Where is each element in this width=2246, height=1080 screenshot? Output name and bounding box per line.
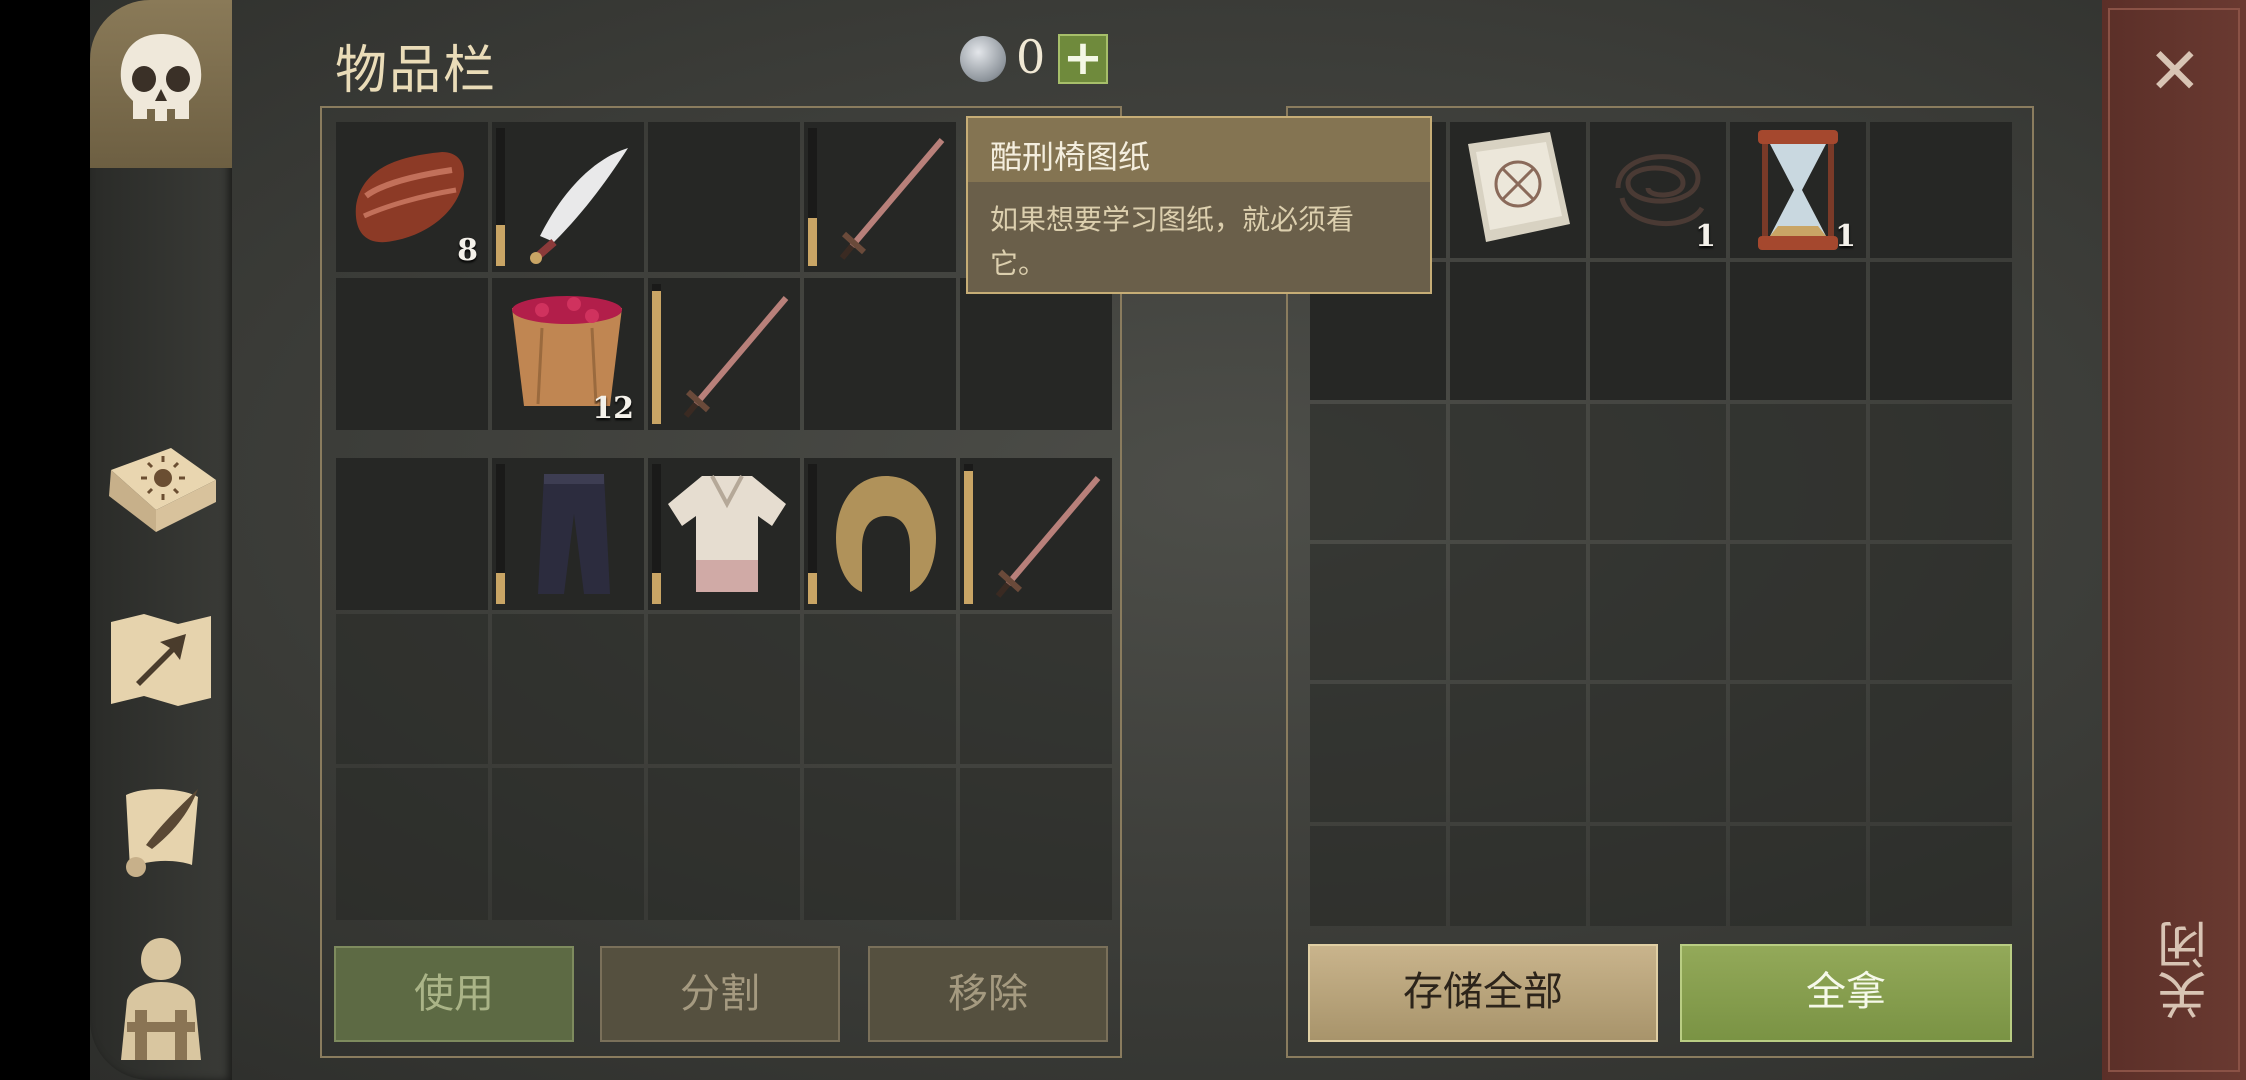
locked-slot bbox=[1870, 826, 2012, 926]
locked-slot bbox=[1870, 684, 2012, 822]
sword-icon bbox=[839, 138, 945, 260]
silver-coin-icon bbox=[960, 36, 1006, 82]
locked-slot bbox=[1310, 826, 1446, 926]
scimitar-icon bbox=[530, 148, 628, 264]
locked-slot bbox=[804, 614, 956, 764]
durability-fill bbox=[496, 573, 505, 604]
inventory-slot[interactable] bbox=[648, 122, 800, 272]
locked-slot bbox=[1590, 684, 1726, 822]
locked-slot bbox=[960, 614, 1112, 764]
screen-edge bbox=[0, 0, 90, 1080]
inventory-slot[interactable] bbox=[804, 122, 956, 272]
inventory-slot[interactable]: 12 bbox=[492, 278, 644, 430]
container-slot[interactable]: 1 bbox=[1590, 122, 1726, 258]
locked-slot bbox=[492, 768, 644, 920]
sword-icon bbox=[683, 296, 789, 418]
durability-fill bbox=[964, 471, 973, 604]
map-arrow-icon[interactable] bbox=[100, 600, 222, 720]
locked-slot bbox=[1870, 404, 2012, 540]
durability-fill bbox=[808, 573, 817, 604]
container-slot[interactable] bbox=[1870, 122, 2012, 258]
equipment-slot[interactable] bbox=[960, 458, 1112, 610]
durability-bar bbox=[496, 464, 505, 604]
inventory-slot[interactable] bbox=[804, 278, 956, 430]
durability-bar bbox=[652, 464, 661, 604]
hood-icon bbox=[836, 476, 936, 592]
equipment-slot[interactable] bbox=[492, 458, 644, 610]
shirt-icon bbox=[668, 475, 786, 592]
inventory-slot[interactable]: 8 bbox=[336, 122, 488, 272]
scroll-quill-icon[interactable] bbox=[100, 770, 222, 890]
equipment-slot[interactable] bbox=[336, 458, 488, 610]
durability-fill bbox=[496, 224, 505, 266]
durability-bar bbox=[496, 128, 505, 266]
durability-bar bbox=[808, 464, 817, 604]
locked-slot bbox=[1730, 544, 1866, 680]
locked-slot bbox=[648, 614, 800, 764]
container-slot[interactable] bbox=[1730, 262, 1866, 400]
item-quantity: 12 bbox=[592, 391, 634, 426]
sword-icon bbox=[995, 476, 1101, 598]
container-slot[interactable] bbox=[1450, 262, 1586, 400]
skull-icon[interactable] bbox=[100, 24, 222, 144]
locked-slot bbox=[1450, 684, 1586, 822]
durability-fill bbox=[808, 217, 817, 266]
durability-fill bbox=[652, 291, 661, 424]
sun-book-icon[interactable] bbox=[100, 430, 222, 550]
durability-bar bbox=[652, 284, 661, 424]
equipment-slot[interactable] bbox=[648, 458, 800, 610]
close-label[interactable]: 关闭 bbox=[2150, 920, 2215, 1020]
container-slot[interactable]: 1 bbox=[1730, 122, 1866, 258]
split-button[interactable]: 分割 bbox=[600, 946, 840, 1042]
item-tooltip: 酷刑椅图纸 如果想要学习图纸，就必须看它。 bbox=[966, 116, 1432, 294]
locked-slot bbox=[1590, 544, 1726, 680]
durability-fill bbox=[652, 573, 661, 604]
add-currency-button[interactable]: + bbox=[1058, 34, 1108, 84]
close-panel-border bbox=[2108, 8, 2240, 1072]
remove-button[interactable]: 移除 bbox=[868, 946, 1108, 1042]
locked-slot bbox=[804, 768, 956, 920]
take-all-button[interactable]: 全拿 bbox=[1680, 944, 2012, 1042]
locked-slot bbox=[960, 768, 1112, 920]
durability-bar bbox=[964, 464, 973, 604]
inventory-slot[interactable] bbox=[648, 278, 800, 430]
locked-slot bbox=[1730, 404, 1866, 540]
hourglass-icon bbox=[1758, 130, 1838, 250]
use-button[interactable]: 使用 bbox=[334, 946, 574, 1042]
container-slot[interactable] bbox=[1870, 262, 2012, 400]
equipment-slot[interactable] bbox=[804, 458, 956, 610]
locked-slot bbox=[336, 768, 488, 920]
container-slot[interactable] bbox=[1450, 122, 1586, 258]
item-quantity: 8 bbox=[457, 233, 478, 268]
inventory-slot[interactable] bbox=[492, 122, 644, 272]
store-all-button[interactable]: 存储全部 bbox=[1308, 944, 1658, 1042]
blueprint-scroll-icon bbox=[1468, 132, 1570, 242]
locked-slot bbox=[1590, 404, 1726, 540]
tooltip-description: 如果想要学习图纸，就必须看它。 bbox=[990, 203, 1355, 280]
locked-slot bbox=[336, 614, 488, 764]
durability-bar bbox=[808, 128, 817, 266]
locked-slot bbox=[1310, 684, 1446, 822]
trousers-icon bbox=[538, 474, 610, 594]
locked-slot bbox=[1450, 544, 1586, 680]
item-quantity: 1 bbox=[1835, 219, 1856, 254]
character-outfit-icon[interactable] bbox=[100, 930, 222, 1070]
locked-slot bbox=[1450, 826, 1586, 926]
locked-slot bbox=[492, 614, 644, 764]
locked-slot bbox=[1870, 544, 2012, 680]
page-title: 物品栏 bbox=[335, 41, 498, 101]
locked-slot bbox=[648, 768, 800, 920]
locked-slot bbox=[1450, 404, 1586, 540]
item-quantity: 1 bbox=[1695, 219, 1716, 254]
container-slot[interactable] bbox=[1590, 262, 1726, 400]
currency-count: 0 bbox=[1016, 30, 1046, 84]
locked-slot bbox=[1310, 404, 1446, 540]
locked-slot bbox=[1730, 826, 1866, 926]
inventory-slot[interactable] bbox=[336, 278, 488, 430]
close-icon[interactable]: ✕ bbox=[2148, 40, 2202, 104]
locked-slot bbox=[1310, 544, 1446, 680]
tooltip-title: 酷刑椅图纸 bbox=[968, 118, 1430, 182]
locked-slot bbox=[1590, 826, 1726, 926]
locked-slot bbox=[1730, 684, 1866, 822]
